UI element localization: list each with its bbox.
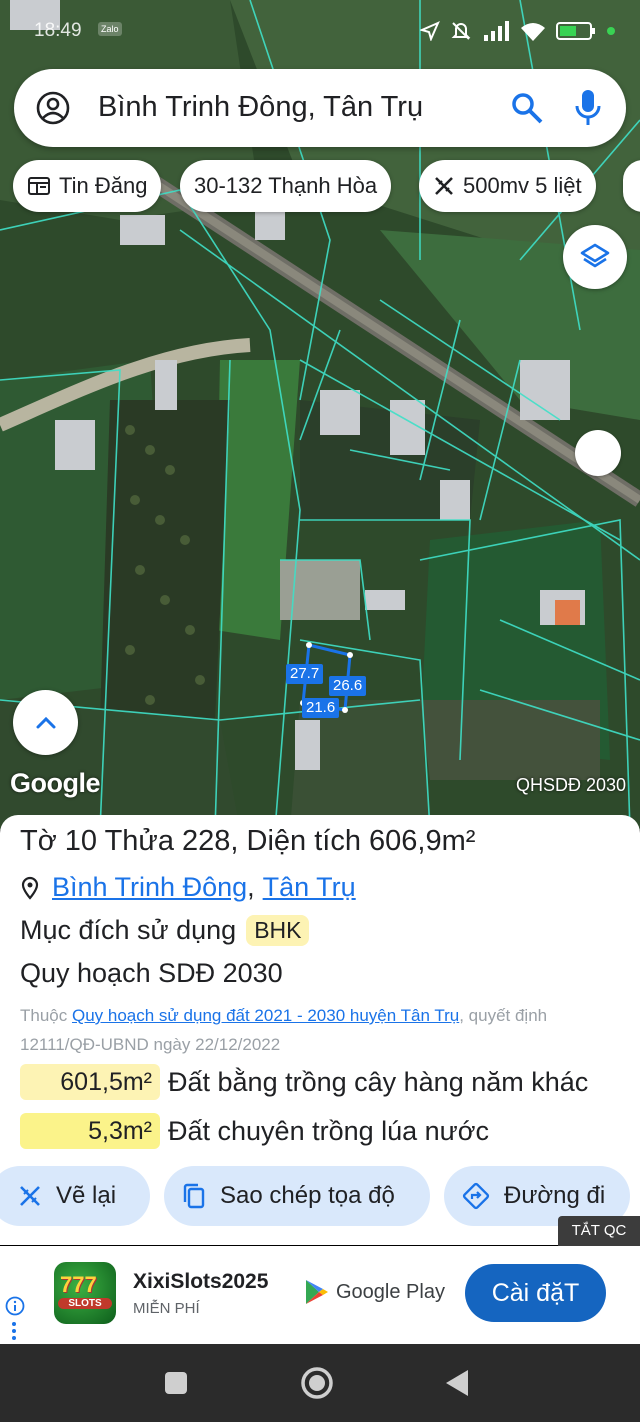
land-use-row: 601,5m² Đất bằng trồng cây hàng năm khác [20, 1064, 588, 1100]
redraw-button[interactable]: Vẽ lại [0, 1166, 150, 1226]
layers-button[interactable] [563, 225, 627, 289]
chip-label: 500mv 5 liệt [463, 173, 582, 198]
ad-icon-text: 777 [60, 1272, 97, 1297]
battery-icon [556, 22, 595, 40]
action-buttons: Vẽ lại Sao chép tọa độ Đường đi [0, 1166, 640, 1226]
land-use-label: Đất bằng trồng cây hàng năm khác [168, 1066, 589, 1097]
land-use-label: Đất chuyên trồng lúa nước [168, 1115, 489, 1146]
chevron-up-icon [36, 716, 55, 728]
purpose-label: Mục đích sử dụng [20, 915, 237, 945]
ad-banner[interactable]: 777 SLOTS XixiSlots2025 MIỄN PHÍ Google … [0, 1246, 640, 1344]
side-handle[interactable] [575, 430, 621, 476]
hide-ad-button[interactable]: TẮT QC [558, 1216, 640, 1246]
parcel-location: Bình Trinh Đông , Tân Trụ [20, 872, 356, 903]
recent-apps-icon[interactable] [164, 1371, 188, 1395]
commune-link[interactable]: Bình Trinh Đông [52, 872, 247, 903]
map-view[interactable]: 27.7 26.6 21.6 18:49 Zalo Bình Trinh Đôn… [0, 0, 640, 830]
land-purpose: Mục đích sử dụng BHK [20, 915, 310, 946]
layers-icon [580, 243, 610, 268]
chip-location[interactable]: 30-132 Thạnh Hòa [180, 160, 392, 212]
mute-icon [451, 22, 471, 40]
chip-measure[interactable]: 500mv 5 liệt [419, 160, 596, 212]
search-input[interactable]: Bình Trinh Đông, Tân Trụ [98, 91, 423, 124]
copy-coordinates-button[interactable]: Sao chép tọa độ [164, 1166, 430, 1226]
chip-more[interactable] [623, 160, 640, 212]
chip-label: Tin Đăng [59, 173, 148, 198]
home-icon[interactable] [300, 1366, 334, 1400]
plan-prefix: Thuộc [20, 1006, 68, 1025]
google-play-label: Google Play [336, 1280, 445, 1303]
chip-label: 30-132 Thạnh Hòa [194, 173, 378, 198]
google-play-icon [306, 1280, 328, 1304]
google-attribution: Google [10, 768, 101, 798]
back-icon[interactable] [444, 1368, 470, 1398]
info-icon[interactable] [5, 1296, 25, 1316]
copy-coordinates-label: Sao chép tọa độ [220, 1182, 395, 1209]
parcel-edge-label: 26.6 [329, 676, 367, 696]
ad-title: XixiSlots2025 [133, 1270, 269, 1293]
ad-app-icon: 777 SLOTS [54, 1262, 116, 1324]
system-nav-bar [0, 1344, 640, 1422]
parcel-edge-label: 27.7 [286, 664, 324, 684]
search-bar[interactable]: Bình Trinh Đông, Tân Trụ [14, 69, 626, 147]
zalo-icon: Zalo [98, 22, 122, 36]
location-arrow-icon [420, 21, 440, 41]
search-icon[interactable] [510, 91, 544, 125]
install-button[interactable]: Cài đặT [465, 1264, 606, 1322]
wifi-icon [521, 23, 545, 41]
ruler-icon [20, 1186, 40, 1206]
land-use-row: 5,3m² Đất chuyên trồng lúa nước [20, 1113, 489, 1149]
land-use-area: 5,3m² [20, 1113, 160, 1149]
location-separator: , [247, 872, 255, 902]
account-icon[interactable] [36, 91, 70, 125]
directions-icon [462, 1182, 490, 1210]
district-link[interactable]: Tân Trụ [263, 872, 356, 903]
microphone-icon[interactable] [574, 89, 602, 127]
plan-link[interactable]: Quy hoạch sử dụng đất 2021 - 2030 huyện … [72, 1006, 459, 1025]
filter-chips: Tin Đăng 30-132 Thạnh Hòa 500mv 5 liệt [12, 160, 640, 212]
chip-tin-dang[interactable]: Tin Đăng [13, 160, 162, 212]
ad-price: MIỄN PHÍ [133, 1300, 200, 1317]
signal-icon [484, 21, 509, 41]
plan-description: Thuộc Quy hoạch sử dụng đất 2021 - 2030 … [20, 1001, 632, 1059]
newspaper-icon [28, 177, 50, 195]
more-options-icon[interactable] [12, 1322, 16, 1343]
redraw-label: Vẽ lại [56, 1182, 117, 1209]
map-layer-label: QHSDĐ 2030 [515, 775, 626, 795]
copy-icon [183, 1183, 205, 1209]
google-play-badge: Google Play [304, 1278, 445, 1306]
ad-icon-sub: SLOTS [58, 1298, 112, 1309]
purpose-code-badge: BHK [246, 915, 310, 946]
plan-title: Quy hoạch SDĐ 2030 [20, 958, 283, 988]
location-pin-icon [21, 876, 39, 900]
parcel-edge-label: 21.6 [302, 698, 340, 718]
land-use-area: 601,5m² [20, 1064, 160, 1100]
ruler-icon [435, 177, 453, 195]
expand-up-button[interactable] [13, 690, 78, 755]
status-time: 18:49 [34, 20, 82, 41]
directions-label: Đường đi [504, 1182, 606, 1209]
parcel-title: Tờ 10 Thửa 228, Diện tích 606,9m² [20, 825, 476, 857]
status-bar: 18:49 Zalo [0, 0, 640, 60]
notification-dot-icon [607, 27, 615, 35]
